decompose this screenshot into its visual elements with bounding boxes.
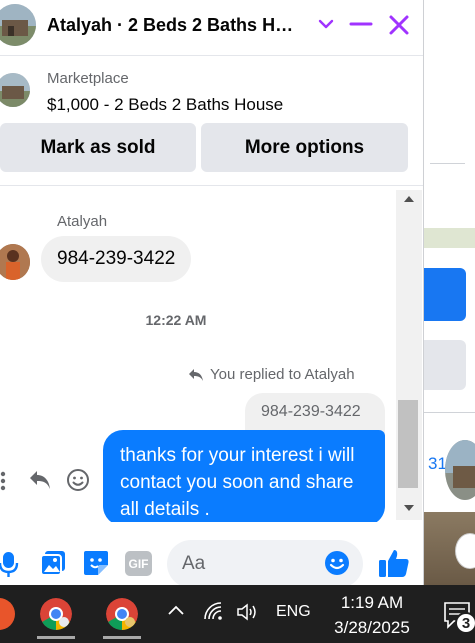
marketplace-label: Marketplace	[47, 70, 129, 87]
outgoing-message-bubble[interactable]: thanks for your interest i will contact …	[103, 430, 385, 526]
emoji-icon[interactable]	[324, 550, 350, 576]
taskbar-chrome-profile-2[interactable]	[103, 589, 141, 639]
clock[interactable]: 1:19 AM 3/28/2025	[320, 590, 424, 640]
reply-icon	[189, 368, 203, 381]
react-emoji-icon[interactable]	[66, 468, 90, 492]
background-divider	[430, 163, 465, 164]
active-indicator	[37, 636, 75, 639]
close-icon[interactable]	[386, 12, 412, 38]
incoming-message-bubble[interactable]: 984-239-3422	[41, 236, 192, 282]
listing-thumbnail[interactable]	[0, 73, 30, 107]
chrome-icon	[106, 598, 138, 630]
chrome-icon	[40, 598, 72, 630]
wifi-icon[interactable]	[203, 601, 225, 623]
reply-indicator: You replied to Atalyah	[188, 366, 355, 383]
minimize-icon[interactable]	[348, 13, 374, 35]
clock-time: 1:19 AM	[340, 593, 404, 612]
sticker-icon[interactable]	[82, 549, 110, 577]
chevron-up-icon[interactable]	[166, 603, 186, 617]
gif-button[interactable]: GIF	[125, 551, 152, 576]
language-indicator[interactable]: ENG	[276, 603, 311, 621]
notification-badge: 3	[455, 612, 475, 634]
volume-icon[interactable]	[236, 602, 260, 622]
scroll-up-arrow[interactable]	[404, 196, 414, 202]
more-options-button[interactable]: More options	[201, 123, 408, 172]
mark-as-sold-button[interactable]: Mark as sold	[0, 123, 196, 172]
taskbar-app-1[interactable]	[0, 589, 18, 639]
active-indicator	[103, 636, 141, 639]
background-map-strip	[424, 228, 475, 248]
marketplace-panel: Marketplace $1,000 - 2 Beds 2 Baths Hous…	[0, 56, 423, 186]
message-timestamp: 12:22 AM	[145, 312, 207, 328]
microphone-icon[interactable]	[0, 550, 20, 578]
sender-avatar[interactable]	[0, 244, 30, 280]
photo-icon[interactable]	[39, 549, 67, 577]
reply-indicator-text: You replied to Atalyah	[210, 366, 355, 383]
more-actions-icon[interactable]	[0, 470, 6, 492]
chat-title[interactable]: Atalyah · 2 Beds 2 Baths H…	[47, 15, 307, 36]
taskbar-chrome-profile-1[interactable]	[37, 589, 75, 639]
clock-date: 3/28/2025	[334, 618, 410, 637]
background-secondary-button[interactable]	[424, 340, 466, 390]
scroll-down-arrow[interactable]	[404, 505, 414, 511]
sender-name: Atalyah	[57, 213, 108, 230]
app-icon	[0, 598, 15, 630]
quoted-message[interactable]: 984-239-3422	[245, 393, 385, 435]
reply-icon[interactable]	[28, 469, 52, 491]
scrollbar-thumb[interactable]	[398, 400, 418, 488]
thumbs-up-icon[interactable]	[378, 548, 410, 578]
chat-header: Atalyah · 2 Beds 2 Baths H…	[0, 0, 423, 56]
listing-title[interactable]: $1,000 - 2 Beds 2 Baths House	[47, 95, 283, 115]
chevron-down-icon[interactable]	[315, 13, 337, 35]
background-divider-2	[424, 412, 475, 413]
listing-avatar[interactable]	[0, 4, 36, 46]
background-primary-button[interactable]	[424, 268, 466, 321]
chat-window: Atalyah · 2 Beds 2 Baths H… Marketplace …	[0, 0, 424, 585]
